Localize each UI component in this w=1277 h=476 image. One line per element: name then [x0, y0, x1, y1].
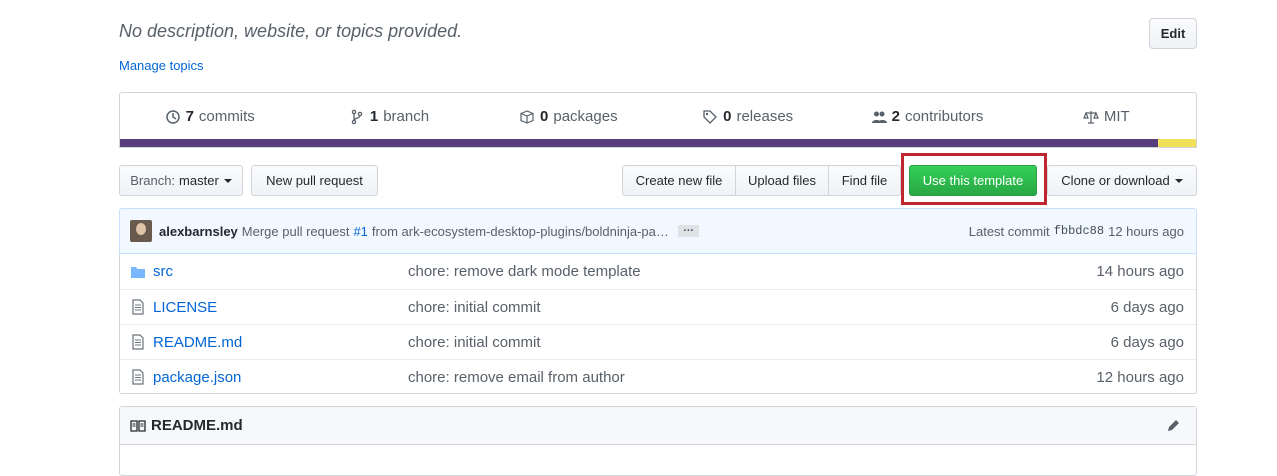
commits-stat[interactable]: 7 commits	[120, 108, 299, 125]
repo-summary: 7 commits 1 branch 0 packages 0 releases…	[119, 92, 1197, 148]
language-bar[interactable]	[120, 139, 1196, 147]
file-icon	[132, 299, 144, 315]
file-age: 6 days ago	[1110, 333, 1184, 351]
file-row: README.md chore: initial commit 6 days a…	[120, 324, 1196, 359]
releases-stat[interactable]: 0 releases	[658, 108, 837, 125]
file-list: src chore: remove dark mode template 14 …	[119, 254, 1197, 394]
file-commit-message[interactable]: chore: initial commit	[408, 299, 1111, 316]
edit-button[interactable]: Edit	[1149, 18, 1197, 49]
commit-author[interactable]: alexbarnsley	[159, 224, 238, 239]
contributors-count: 2	[891, 108, 900, 125]
file-actions-group: Create new file Upload files Find file	[622, 165, 901, 196]
releases-label: releases	[736, 108, 794, 125]
readme-title: README.md	[151, 417, 243, 434]
branch-select-button[interactable]: Branch: master	[119, 165, 243, 196]
branches-label: branch	[383, 108, 430, 125]
pencil-icon[interactable]	[1165, 418, 1181, 434]
find-file-button[interactable]: Find file	[828, 165, 901, 196]
branches-count: 1	[369, 108, 379, 125]
readme-header: README.md	[120, 407, 1196, 445]
branch-prefix: Branch:	[130, 173, 176, 188]
file-row: src chore: remove dark mode template 14 …	[120, 254, 1196, 289]
file-icon	[132, 369, 144, 385]
file-age: 6 days ago	[1110, 298, 1184, 316]
releases-count: 0	[723, 108, 732, 125]
commit-sha[interactable]: fbbdc88	[1054, 224, 1104, 238]
file-name[interactable]: README.md	[153, 334, 408, 351]
book-icon	[130, 419, 146, 432]
package-icon	[520, 109, 534, 124]
law-icon	[1083, 110, 1099, 124]
license-label: MIT	[1103, 108, 1130, 125]
language-segment-secondary	[1158, 139, 1196, 147]
branch-name: master	[179, 173, 219, 188]
folder-icon	[131, 266, 145, 278]
license-stat[interactable]: MIT	[1017, 108, 1196, 125]
file-name[interactable]: LICENSE	[153, 299, 408, 316]
readme-panel: README.md	[119, 406, 1197, 476]
clone-download-button[interactable]: Clone or download	[1047, 165, 1197, 196]
manage-topics-link[interactable]: Manage topics	[119, 58, 204, 73]
language-segment-primary	[120, 139, 1159, 147]
file-age: 14 hours ago	[1096, 263, 1184, 280]
commit-message-prefix[interactable]: Merge pull request	[242, 224, 350, 239]
clone-download-label: Clone or download	[1061, 173, 1170, 188]
file-commit-message[interactable]: chore: remove email from author	[408, 369, 1096, 386]
file-row: package.json chore: remove email from au…	[120, 359, 1196, 394]
contributors-label: contributors	[904, 108, 984, 125]
create-new-file-button[interactable]: Create new file	[622, 165, 736, 196]
file-commit-message[interactable]: chore: remove dark mode template	[408, 263, 1096, 280]
packages-label: packages	[553, 108, 618, 125]
people-icon	[871, 111, 887, 123]
file-row: LICENSE chore: initial commit 6 days ago	[120, 289, 1196, 324]
commit-age: 12 hours ago	[1108, 223, 1184, 239]
file-icon	[132, 334, 144, 350]
packages-stat[interactable]: 0 packages	[479, 108, 658, 125]
commit-message-suffix[interactable]: from ark-ecosystem-desktop-plugins/boldn…	[372, 224, 669, 239]
contributors-stat[interactable]: 2 contributors	[837, 108, 1016, 125]
commits-count: 7	[185, 108, 194, 125]
file-age: 12 hours ago	[1096, 368, 1184, 386]
packages-count: 0	[540, 108, 549, 125]
latest-commit-label: Latest commit	[968, 223, 1050, 239]
file-name[interactable]: package.json	[153, 369, 408, 386]
latest-commit-bar: alexbarnsley Merge pull request #1 from …	[119, 208, 1197, 254]
tag-icon	[703, 109, 718, 124]
history-icon	[165, 109, 180, 124]
new-pull-request-button[interactable]: New pull request	[251, 165, 378, 196]
expand-commit-button[interactable]: …	[677, 223, 699, 237]
caret-down-icon	[1174, 178, 1183, 183]
use-template-button[interactable]: Use this template	[909, 165, 1037, 196]
pull-request-link[interactable]: #1	[353, 224, 367, 239]
avatar[interactable]	[130, 220, 152, 242]
caret-down-icon	[223, 178, 232, 183]
upload-files-button[interactable]: Upload files	[735, 165, 829, 196]
file-name[interactable]: src	[153, 263, 408, 280]
repo-description: No description, website, or topics provi…	[119, 21, 463, 41]
file-commit-message[interactable]: chore: initial commit	[408, 334, 1111, 351]
branches-stat[interactable]: 1 branch	[299, 108, 478, 125]
git-branch-icon	[351, 109, 363, 124]
commits-label: commits	[198, 108, 255, 125]
